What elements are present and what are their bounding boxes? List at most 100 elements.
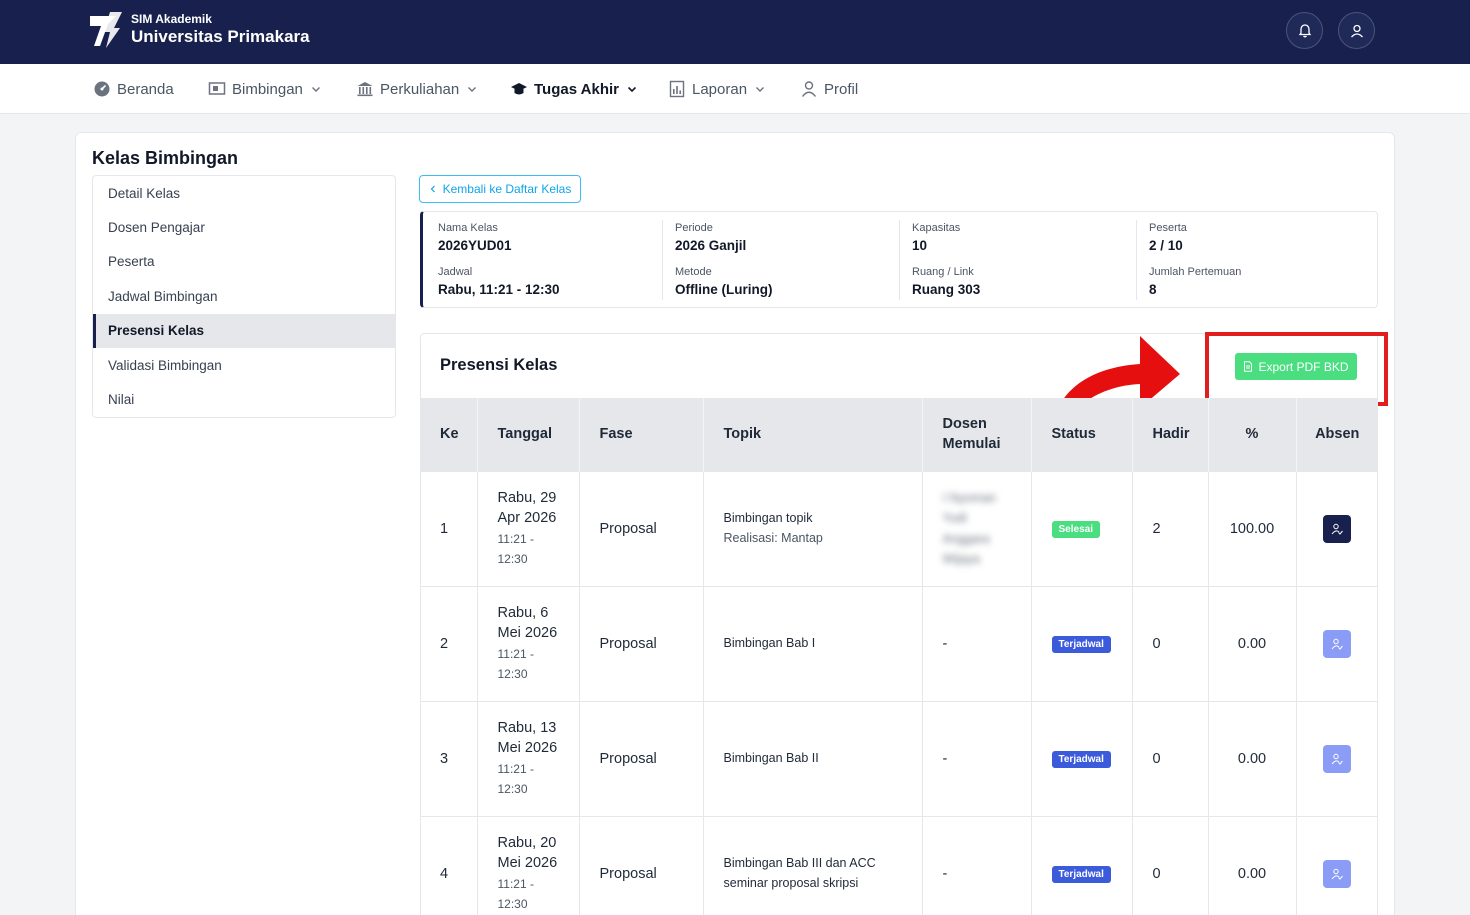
- info-nama-kelas: Nama Kelas 2026YUD01: [438, 222, 675, 253]
- time-line: 11:21 -: [497, 646, 534, 661]
- nav-bimbingan[interactable]: Bimbingan: [208, 64, 321, 114]
- info-label: Ruang / Link: [912, 266, 974, 278]
- user-check-icon: [1331, 638, 1344, 650]
- chevron-down-icon: [311, 87, 320, 92]
- topic-line: Bimbingan Bab III dan ACC: [723, 856, 876, 871]
- user-icon: [801, 81, 817, 97]
- lecturer-name-blurred: I Nyoman: [942, 490, 997, 505]
- side-item-validasi-bimbingan[interactable]: Validasi Bimbingan: [93, 348, 395, 382]
- notification-button[interactable]: [1286, 12, 1323, 49]
- cell-status: Terjadwal: [1031, 585, 1133, 701]
- side-item-jadwal-bimbingan[interactable]: Jadwal Bimbingan: [93, 279, 395, 313]
- cell-status: Terjadwal: [1031, 815, 1133, 915]
- cell-persen: 0.00: [1208, 585, 1297, 701]
- class-info-card: Nama Kelas 2026YUD01 Periode 2026 Ganjil…: [420, 211, 1378, 308]
- col-persen: %: [1208, 398, 1297, 471]
- time-line: 12:30: [497, 667, 528, 681]
- nav-label: Profil: [824, 80, 859, 98]
- chevron-down-icon: [756, 87, 765, 92]
- nav-tugas-akhir[interactable]: Tugas Akhir: [510, 64, 637, 114]
- nav-profil[interactable]: Profil: [800, 64, 858, 114]
- info-label: Periode: [675, 222, 713, 234]
- col-dosen-line1: Dosen: [942, 416, 987, 433]
- nav-label: Beranda: [117, 80, 174, 98]
- table-row: 3 Rabu, 13 Mei 2026 11:21 - 12:30 Propos…: [420, 700, 1378, 816]
- cell-fase: Proposal: [579, 470, 704, 586]
- table-row: 2 Rabu, 6 Mei 2026 11:21 - 12:30 Proposa…: [420, 585, 1378, 701]
- info-value: Offline (Luring): [675, 282, 773, 297]
- lecturer-name-blurred: Yudi: [942, 511, 967, 525]
- info-kapasitas: Kapasitas 10: [912, 222, 1149, 253]
- nav-label: Tugas Akhir: [534, 80, 620, 98]
- info-value: 2 / 10: [1149, 238, 1183, 253]
- table-header-row: Ke Tanggal Fase Topik Dosen Memulai Statu…: [420, 398, 1378, 471]
- nav-label: Laporan: [692, 80, 748, 98]
- dashboard-icon: [94, 81, 110, 97]
- chevron-down-icon: [627, 86, 637, 93]
- cell-topik: Bimbingan Bab III dan ACC seminar propos…: [703, 815, 923, 915]
- info-value: 2026YUD01: [438, 238, 512, 253]
- nav-perkuliahan[interactable]: Perkuliahan: [356, 64, 477, 114]
- info-peserta: Peserta 2 / 10: [1149, 222, 1386, 253]
- status-badge: Selesai: [1051, 520, 1100, 538]
- cell-persen: 100.00: [1208, 470, 1297, 586]
- cell-tanggal: Rabu, 6 Mei 2026 11:21 - 12:30: [477, 585, 580, 701]
- time-line: 12:30: [497, 552, 528, 566]
- date-line: Mei 2026: [497, 740, 558, 756]
- cell-dosen: I Nyoman Yudi Anggara Wijaya: [922, 470, 1032, 586]
- topic-line: Bimbingan Bab I: [723, 635, 816, 650]
- topic-line: Realisasi: Mantap: [723, 530, 823, 545]
- cell-tanggal: Rabu, 29 Apr 2026 11:21 - 12:30: [477, 470, 580, 586]
- user-check-icon: [1331, 753, 1344, 765]
- attendance-button[interactable]: [1323, 744, 1352, 773]
- time-line: 11:21 -: [497, 876, 534, 891]
- cell-fase: Proposal: [579, 585, 704, 701]
- account-button[interactable]: [1338, 12, 1375, 49]
- nav-beranda[interactable]: Beranda: [93, 64, 174, 114]
- info-value: 2026 Ganjil: [675, 238, 747, 253]
- cell-fase: Proposal: [579, 700, 704, 816]
- nav-laporan[interactable]: Laporan: [668, 64, 765, 114]
- info-label: Jadwal: [438, 266, 473, 278]
- info-periode: Periode 2026 Ganjil: [675, 222, 912, 253]
- col-dosen-line2: Memulai: [942, 436, 1001, 453]
- col-fase: Fase: [579, 398, 704, 471]
- date-line: Mei 2026: [497, 855, 558, 872]
- lecturer-name-blurred: Wijaya: [942, 552, 981, 566]
- divider: [662, 220, 663, 300]
- attendance-button[interactable]: [1323, 859, 1352, 888]
- cell-hadir: 2: [1132, 470, 1209, 586]
- side-item-dosen-pengajar[interactable]: Dosen Pengajar: [93, 210, 395, 244]
- side-item-peserta[interactable]: Peserta: [93, 245, 395, 279]
- divider: [899, 220, 900, 300]
- table-row: 4 Rabu, 20 Mei 2026 11:21 - 12:30 Propos…: [420, 815, 1378, 915]
- attendance-title: Presensi Kelas: [440, 356, 558, 374]
- date-line: Rabu, 29: [497, 489, 557, 506]
- info-pertemuan: Jumlah Pertemuan 8: [1149, 266, 1386, 297]
- col-dosen-memulai: Dosen Memulai: [922, 398, 1032, 471]
- building-icon: [357, 82, 373, 97]
- cell-ke: 2: [420, 585, 478, 701]
- col-hadir: Hadir: [1132, 398, 1209, 471]
- cell-ke: 1: [420, 470, 478, 586]
- cell-tanggal: Rabu, 13 Mei 2026 11:21 - 12:30: [477, 700, 580, 816]
- info-label: Peserta: [1149, 222, 1187, 234]
- attendance-button[interactable]: [1323, 514, 1352, 543]
- cell-topik: Bimbingan topik Realisasi: Mantap: [703, 470, 923, 586]
- cell-ke: 4: [420, 815, 478, 915]
- date-line: Rabu, 20: [497, 834, 557, 851]
- info-label: Jumlah Pertemuan: [1149, 266, 1242, 278]
- attendance-button[interactable]: [1323, 629, 1352, 658]
- date-line: Rabu, 13: [497, 719, 557, 736]
- page-title: Kelas Bimbingan: [92, 148, 239, 168]
- cell-status: Terjadwal: [1031, 700, 1133, 816]
- status-badge: Terjadwal: [1051, 865, 1111, 883]
- side-item-presensi-kelas[interactable]: Presensi Kelas: [93, 313, 395, 348]
- side-item-detail-kelas[interactable]: Detail Kelas: [93, 176, 395, 210]
- side-item-nilai[interactable]: Nilai: [93, 382, 395, 416]
- back-to-class-list-button[interactable]: Kembali ke Daftar Kelas: [419, 175, 581, 203]
- time-line: 11:21 -: [497, 531, 534, 546]
- cell-status: Selesai: [1031, 470, 1133, 586]
- status-badge: Terjadwal: [1051, 750, 1111, 768]
- app-name: SIM Akademik: [131, 12, 212, 26]
